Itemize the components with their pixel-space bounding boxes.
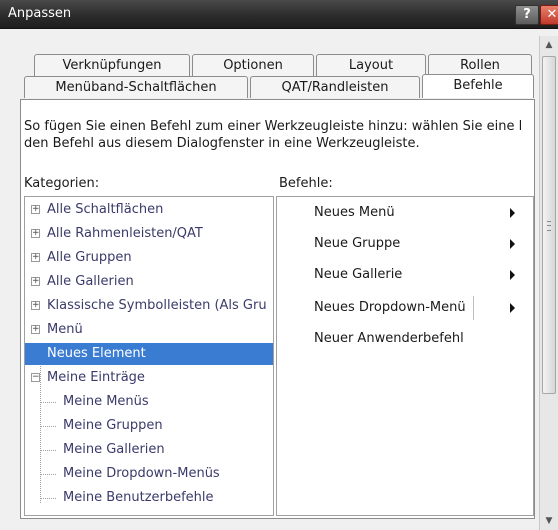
- submenu-arrow-icon[interactable]: [510, 208, 515, 218]
- tab-verknuepfungen[interactable]: Verknüpfungen: [34, 54, 190, 76]
- tree-item-alle-gallerien[interactable]: + Alle Gallerien: [25, 271, 273, 293]
- commands-label: Befehle:: [279, 176, 333, 191]
- title-bar: Anpassen ? ✕: [0, 0, 558, 29]
- tree-item-label: Meine Benutzerbefehle: [63, 490, 214, 505]
- tree-connector: [40, 474, 56, 476]
- submenu-arrow-icon[interactable]: [510, 303, 515, 313]
- expand-icon[interactable]: +: [31, 325, 40, 334]
- tree-item-meine-gruppen[interactable]: Meine Gruppen: [25, 415, 273, 437]
- split-separator: [473, 296, 474, 320]
- tree-item-label: Meine Menüs: [63, 394, 149, 409]
- tree-item-label: Alle Gallerien: [47, 274, 134, 289]
- tree-connector: [40, 402, 56, 404]
- tab-label: Optionen: [223, 58, 283, 73]
- tree-item-label: Alle Schaltflächen: [47, 202, 164, 217]
- tree-connector: [40, 450, 56, 452]
- window-title: Anpassen: [8, 6, 72, 21]
- tree-item-meine-menues[interactable]: Meine Menüs: [25, 391, 273, 413]
- submenu-arrow-icon[interactable]: [510, 270, 515, 280]
- submenu-arrow-icon[interactable]: [510, 239, 515, 249]
- tree-item-label: Klassische Symbolleisten (Als Gru: [47, 298, 267, 313]
- help-button[interactable]: ?: [515, 5, 539, 25]
- expand-icon[interactable]: +: [31, 301, 40, 310]
- command-neue-gruppe[interactable]: Neue Gruppe: [314, 233, 400, 255]
- tab-optionen[interactable]: Optionen: [192, 54, 314, 76]
- expand-icon[interactable]: +: [31, 277, 40, 286]
- vertical-scrollbar[interactable]: ▲ ▼: [539, 36, 558, 530]
- tree-item-label: Menü: [47, 322, 83, 337]
- tab-qat-randleisten[interactable]: QAT/Randleisten: [250, 76, 420, 98]
- command-neues-menue[interactable]: Neues Menü: [314, 202, 395, 224]
- tab-label: Rollen: [460, 58, 500, 73]
- tree-item-label: Meine Einträge: [47, 370, 145, 385]
- close-button[interactable]: ✕: [540, 5, 558, 25]
- scrollbar-thumb[interactable]: [542, 56, 556, 394]
- tab-label: Menüband-Schaltflächen: [55, 80, 217, 95]
- tree-item-label: Neues Element: [47, 346, 146, 361]
- command-neuer-anwenderbefehl[interactable]: Neuer Anwenderbefehl: [314, 328, 464, 350]
- tree-item-alle-gruppen[interactable]: + Alle Gruppen: [25, 247, 273, 269]
- tab-befehle[interactable]: Befehle: [422, 74, 534, 98]
- tab-layout[interactable]: Layout: [316, 54, 426, 76]
- tree-item-label: Meine Dropdown-Menüs: [63, 466, 220, 481]
- tree-item-klassische-symbolleisten[interactable]: + Klassische Symbolleisten (Als Gru: [25, 295, 273, 317]
- tree-item-menue[interactable]: + Menü: [25, 319, 273, 341]
- tree-item-label: Alle Gruppen: [47, 250, 132, 265]
- tree-item-alle-rahmenleisten-qat[interactable]: + Alle Rahmenleisten/QAT: [25, 223, 273, 245]
- categories-label: Kategorien:: [24, 176, 100, 191]
- expand-icon[interactable]: +: [31, 205, 40, 214]
- command-neue-gallerie[interactable]: Neue Gallerie: [314, 264, 402, 286]
- tab-menueband-schaltflaechen[interactable]: Menüband-Schaltflächen: [24, 76, 248, 98]
- tab-label: Layout: [348, 58, 394, 73]
- tree-item-alle-schaltflaechen[interactable]: + Alle Schaltflächen: [25, 199, 273, 221]
- help-icon: ?: [523, 7, 531, 22]
- tab-label: Befehle: [453, 78, 503, 93]
- collapse-icon[interactable]: −: [31, 373, 40, 382]
- grip-icon: [547, 221, 551, 231]
- tree-item-neues-element[interactable]: Neues Element: [25, 343, 273, 365]
- scroll-down-icon[interactable]: ▼: [540, 512, 558, 530]
- tree-item-label: Alle Rahmenleisten/QAT: [47, 226, 203, 241]
- tab-label: Verknüpfungen: [62, 58, 162, 73]
- instruction-text: So fügen Sie einen Befehl zum einer Werk…: [24, 118, 538, 152]
- tab-label: QAT/Randleisten: [281, 80, 389, 95]
- tree-connector: [40, 426, 56, 428]
- instruction-line: So fügen Sie einen Befehl zum einer Werk…: [24, 119, 523, 134]
- scroll-up-icon[interactable]: ▲: [540, 36, 558, 54]
- tree-connector: [40, 498, 56, 500]
- tree-item-meine-eintraege[interactable]: − Meine Einträge: [25, 367, 273, 389]
- categories-tree[interactable]: + Alle Schaltflächen + Alle Rahmenleiste…: [24, 196, 274, 516]
- expand-icon[interactable]: +: [31, 253, 40, 262]
- tree-item-meine-benutzerbefehle[interactable]: Meine Benutzerbefehle: [25, 487, 273, 509]
- tree-item-meine-dropdown-menues[interactable]: Meine Dropdown-Menüs: [25, 463, 273, 485]
- expand-icon[interactable]: +: [31, 229, 40, 238]
- tab-rollen[interactable]: Rollen: [428, 54, 532, 76]
- command-neues-dropdown-menue[interactable]: Neues Dropdown-Menü: [314, 297, 466, 319]
- tree-item-label: Meine Gruppen: [63, 418, 163, 433]
- tree-item-meine-gallerien[interactable]: Meine Gallerien: [25, 439, 273, 461]
- instruction-line: den Befehl aus diesem Dialogfenster in e…: [24, 136, 420, 151]
- close-icon: ✕: [546, 7, 558, 22]
- tree-item-label: Meine Gallerien: [63, 442, 165, 457]
